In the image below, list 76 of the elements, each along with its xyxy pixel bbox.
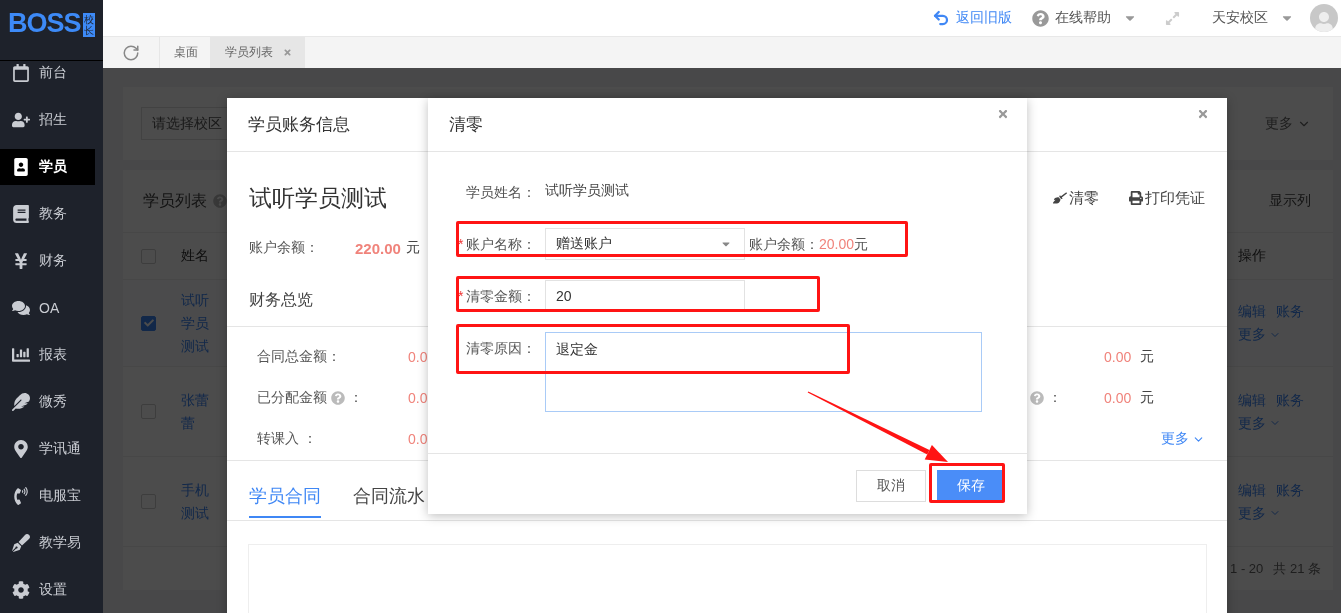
stat-value: 0.00 — [1104, 349, 1132, 365]
logo-badge: 校长 — [82, 13, 95, 37]
refresh-icon[interactable] — [122, 43, 140, 62]
cancel-button[interactable]: 取消 — [856, 470, 926, 502]
user-plus-icon — [12, 111, 30, 129]
sidebar-item[interactable]: 设置 — [0, 572, 95, 608]
list-title: 学员列表 — [143, 190, 207, 211]
reason-textarea[interactable]: 退定金 — [545, 332, 982, 412]
campus-menu[interactable]: 天安校区 — [1212, 9, 1268, 27]
colon: ： — [349, 389, 363, 407]
calendar-icon — [12, 64, 30, 82]
student-name: 试听学员测试 — [249, 183, 387, 213]
close-button[interactable] — [997, 107, 1009, 120]
yen-icon — [12, 252, 30, 270]
map-pin-icon — [12, 440, 30, 458]
dialog-title: 清零 — [449, 114, 483, 136]
sidebar-item[interactable]: 招生 — [0, 102, 95, 138]
field-label: 清零原因： — [465, 339, 537, 358]
sidebar-item[interactable]: OA — [0, 290, 95, 326]
account-balance: 账户余额：20.00元 — [749, 235, 869, 254]
chat-icon — [12, 299, 30, 317]
sidebar-item[interactable]: 学讯通 — [0, 431, 95, 467]
phone-icon — [12, 487, 30, 505]
fullscreen-icon[interactable] — [1165, 10, 1180, 26]
close-icon[interactable] — [283, 48, 292, 57]
logo: BOSS — [8, 8, 81, 38]
stat-label: 已分配金额 — [257, 389, 327, 407]
back-link[interactable]: 返回旧版 — [932, 9, 1012, 27]
balance-unit: 元 — [405, 239, 420, 257]
dialog-tab[interactable]: 合同流水 — [353, 461, 425, 518]
sidebar-item[interactable]: 报表 — [0, 337, 95, 373]
more-link[interactable]: 更多 — [1161, 430, 1205, 448]
avatar[interactable] — [1310, 4, 1338, 32]
column-header: 姓名 — [181, 247, 209, 265]
action-link[interactable]: 清零 — [1053, 188, 1099, 208]
action-link[interactable]: 打印凭证 — [1129, 188, 1205, 208]
page-tab[interactable]: 学员列表 — [211, 37, 305, 68]
sidebar-item[interactable]: 教务 — [0, 196, 95, 232]
dialog-tab[interactable]: 学员合同 — [249, 461, 321, 518]
close-button[interactable] — [1197, 107, 1209, 120]
portrait-icon — [12, 158, 30, 176]
balance-value: 220.00 — [355, 239, 401, 257]
column-header: 操作 — [1238, 247, 1266, 265]
feather-icon — [12, 393, 30, 411]
pen-icon — [12, 534, 30, 552]
sidebar-item[interactable]: 教学易 — [0, 525, 95, 561]
sidebar-item[interactable]: 微秀 — [0, 384, 95, 420]
field-label: * 清零金额： — [457, 287, 537, 306]
sidebar-item[interactable]: 学员 — [0, 149, 95, 185]
broom-icon — [1053, 191, 1067, 205]
stat-value: 0.0 — [408, 349, 428, 365]
stat-label: 合同总金额： — [257, 348, 341, 366]
account-select[interactable]: 赠送账户 — [545, 228, 745, 260]
bar-chart-icon — [12, 346, 30, 364]
student-name-value: 试听学员测试 — [545, 181, 629, 200]
stat-unit: 元 — [1140, 389, 1155, 407]
sidebar-item[interactable]: 财务 — [0, 243, 95, 279]
stat-unit: 元 — [1140, 348, 1155, 366]
section-title: 财务总览 — [249, 290, 313, 310]
stat-label: 转课入 ： — [257, 430, 317, 448]
help-icon — [1032, 9, 1049, 27]
dialog-title: 学员账务信息 — [248, 114, 350, 136]
settings-icon — [12, 581, 30, 599]
help-menu[interactable]: 在线帮助 — [1055, 9, 1111, 27]
sidebar-item[interactable]: 电服宝 — [0, 478, 95, 514]
field-label: * 账户名称： — [457, 235, 537, 254]
stat-value: 0.0 — [408, 431, 428, 447]
field-label: 学员姓名： — [465, 183, 537, 202]
sidebar-item[interactable]: 前台 — [0, 61, 95, 91]
colon: ： — [1048, 389, 1062, 407]
stat-value: 0.0 — [408, 390, 428, 406]
balance-label: 账户余额： — [249, 239, 319, 257]
printer-icon — [1129, 191, 1143, 205]
stat-value: 0.00 — [1104, 390, 1132, 406]
undo-icon — [932, 9, 950, 27]
book-icon — [12, 205, 30, 223]
